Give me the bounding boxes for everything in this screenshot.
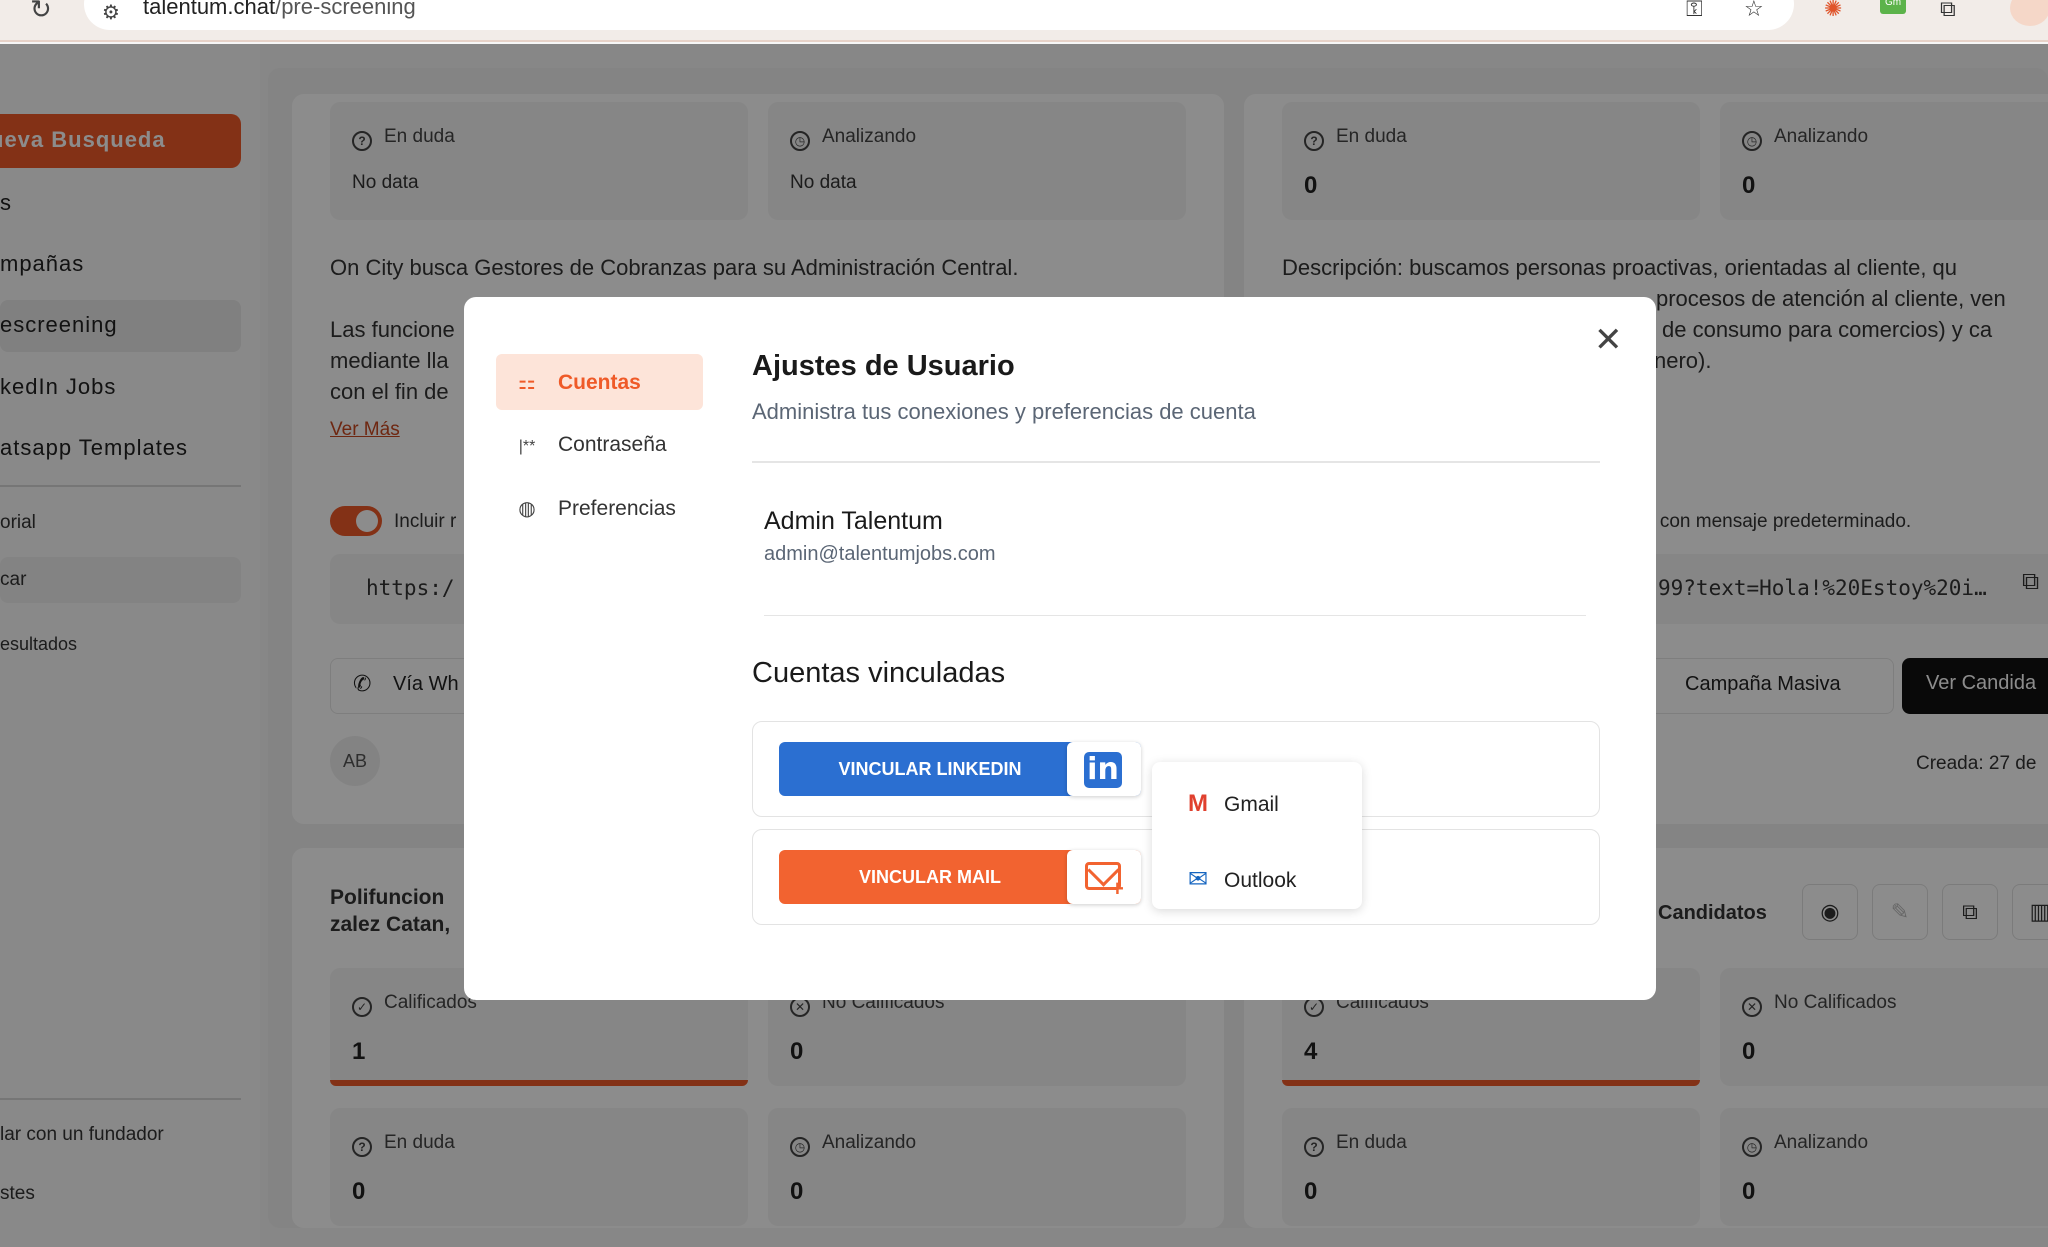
menu-item-gmail[interactable]: M Gmail [1188, 790, 1279, 818]
link-linkedin-button[interactable]: VINCULAR LINKEDIN in [779, 742, 1141, 796]
tab-password-label: Contraseña [558, 433, 667, 456]
mail-provider-menu: M Gmail ✉ Outlook [1152, 762, 1362, 909]
profile-avatar[interactable] [2010, 0, 2048, 26]
tab-accounts[interactable]: ⚏ Cuentas [496, 354, 703, 410]
linkedin-icon: in [1084, 752, 1122, 788]
modal-subtitle: Administra tus conexiones y preferencias… [752, 399, 1256, 424]
close-icon[interactable]: ✕ [1594, 323, 1623, 357]
url-path: /pre-screening [275, 0, 416, 19]
plus-icon: + [1111, 876, 1124, 901]
menu-item-gmail-label: Gmail [1224, 793, 1279, 816]
sitemap-icon: ⚏ [518, 372, 536, 394]
linked-accounts-title: Cuentas vinculadas [752, 657, 1006, 689]
extension-sun-icon[interactable]: ✺ [1824, 0, 1842, 22]
star-icon[interactable]: ☆ [1744, 0, 1764, 22]
menu-item-outlook[interactable]: ✉ Outlook [1188, 865, 1296, 894]
tab-preferences-label: Preferencias [558, 497, 676, 520]
reload-icon[interactable]: ↻ [30, 0, 52, 25]
link-mail-button[interactable]: VINCULAR MAIL + [779, 850, 1141, 904]
url-text[interactable]: talentum.chat/pre-screening [143, 0, 416, 20]
browser-toolbar: ↻ ⚙ talentum.chat/pre-screening ⚿ ☆ ✺ Gm… [0, 0, 2048, 42]
extension-gm-icon[interactable]: Gm [1880, 0, 1906, 14]
link-linkedin-label: VINCULAR LINKEDIN [838, 759, 1022, 779]
gmail-icon: M [1188, 790, 1208, 817]
user-divider [764, 615, 1586, 616]
tab-accounts-label: Cuentas [558, 371, 641, 394]
modal-divider [752, 461, 1600, 463]
extensions-puzzle-icon[interactable]: ⧉ [1940, 0, 1956, 22]
mail-icon-box: + [1067, 850, 1141, 904]
key-icon[interactable]: ⚿ [1686, 0, 1703, 22]
url-host: talentum.chat [143, 0, 276, 19]
user-settings-modal: ✕ ⚏ Cuentas |** Contraseña ◍ Preferencias A… [464, 297, 1656, 1000]
user-email: admin@talentumjobs.com [764, 543, 996, 565]
menu-item-outlook-label: Outlook [1224, 869, 1297, 892]
tab-preferences[interactable]: ◍ Preferencias [496, 480, 703, 536]
user-name: Admin Talentum [764, 507, 943, 535]
modal-title: Ajustes de Usuario [752, 350, 1015, 382]
outlook-icon: ✉ [1188, 866, 1209, 893]
globe-icon: ◍ [518, 498, 536, 520]
link-mail-label: VINCULAR MAIL [859, 867, 1001, 887]
site-settings-icon[interactable]: ⚙ [102, 0, 120, 25]
password-icon: |** [518, 438, 536, 455]
tab-password[interactable]: |** Contraseña [496, 417, 703, 473]
linkedin-icon-box: in [1067, 742, 1141, 796]
